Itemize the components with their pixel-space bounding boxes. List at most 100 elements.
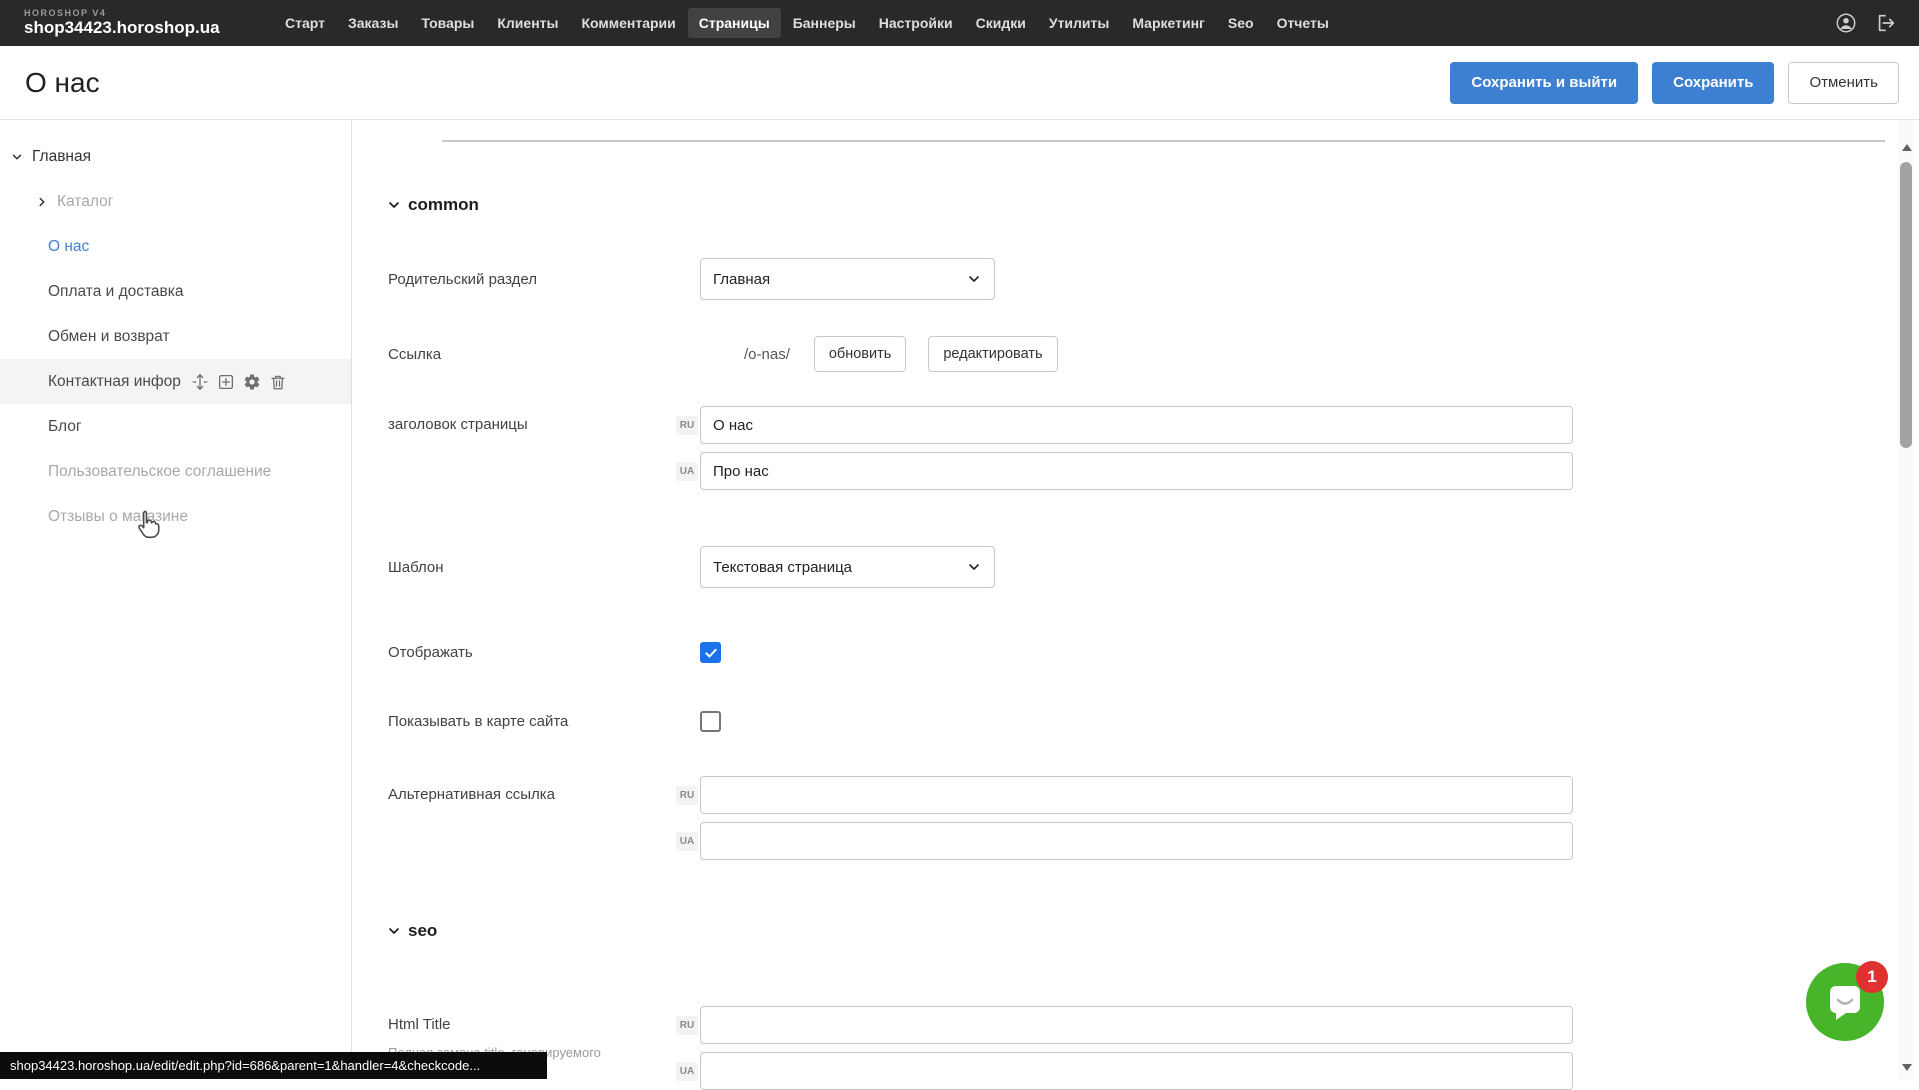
page-title-ru-input[interactable] xyxy=(700,406,1573,444)
sidebar-item-label: Обмен и возврат xyxy=(48,328,170,346)
field-label: Отображать xyxy=(388,644,676,661)
nav-item-banners[interactable]: Баннеры xyxy=(782,8,867,38)
refresh-link-button[interactable]: обновить xyxy=(814,336,906,372)
link-path: /o-nas/ xyxy=(744,346,790,363)
field-label: Html Title xyxy=(388,1006,676,1044)
scrollbar-thumb[interactable] xyxy=(1900,162,1912,448)
template-select[interactable]: Текстовая страница xyxy=(700,546,995,588)
lang-tag-ru: RU xyxy=(676,1016,698,1035)
nav-item-clients[interactable]: Клиенты xyxy=(486,8,569,38)
sidebar-item-label: Оплата и доставка xyxy=(48,283,184,301)
nav-item-settings[interactable]: Настройки xyxy=(868,8,964,38)
nav-item-seo[interactable]: Seo xyxy=(1217,8,1265,38)
save-button[interactable]: Сохранить xyxy=(1652,62,1774,104)
header-actions: Сохранить и выйти Сохранить Отменить xyxy=(1450,62,1919,104)
top-navigation-bar: HOROSHOP V4 shop34423.horoshop.ua Старт … xyxy=(0,0,1919,46)
field-label: Показывать в карте сайта xyxy=(388,713,676,730)
lang-tag-ua: UA xyxy=(676,832,698,851)
chevron-down-icon xyxy=(386,197,402,213)
link-row: Ссылка /o-nas/ обновить редактировать xyxy=(388,336,1919,372)
sidebar-item-obmen-i-vozvrat[interactable]: Обмен и возврат xyxy=(0,314,351,359)
section-common[interactable]: common xyxy=(388,194,1919,216)
sidebar-item-polzovatelskoe-soglashenie[interactable]: Пользовательское соглашение xyxy=(0,449,351,494)
cancel-button[interactable]: Отменить xyxy=(1788,62,1899,104)
scroll-down-arrow[interactable] xyxy=(1902,1064,1912,1071)
chevron-down-icon xyxy=(966,559,982,575)
chat-widget-button[interactable]: 1 xyxy=(1806,963,1884,1041)
template-row: Шаблон Текстовая страница xyxy=(388,546,1919,588)
page-title: О нас xyxy=(25,67,100,99)
nav-item-reports[interactable]: Отчеты xyxy=(1266,8,1340,38)
chevron-right-icon xyxy=(35,195,49,209)
logout-icon[interactable] xyxy=(1875,12,1897,34)
nav-item-marketing[interactable]: Маркетинг xyxy=(1121,8,1216,38)
gear-icon[interactable] xyxy=(243,373,261,391)
nav-item-pages[interactable]: Страницы xyxy=(688,8,781,38)
lang-tag-ua: UA xyxy=(676,1062,698,1081)
section-title-text: seo xyxy=(408,921,437,941)
field-label: Родительский раздел xyxy=(388,271,676,288)
pages-tree-sidebar: Главная Каталог О нас Оплата и доставка … xyxy=(0,120,352,1079)
sidebar-item-otzyvy-o-magazine[interactable]: Отзывы о магазине xyxy=(0,494,351,539)
chevron-down-icon xyxy=(386,923,402,939)
check-icon xyxy=(704,646,718,660)
alt-link-ua-input[interactable] xyxy=(700,822,1573,860)
sidebar-item-o-nas[interactable]: О нас xyxy=(0,224,351,269)
chevron-down-icon xyxy=(966,271,982,287)
field-label: заголовок страницы xyxy=(388,406,676,444)
sidebar-item-oplata-i-dostavka[interactable]: Оплата и доставка xyxy=(0,269,351,314)
field-label: Альтернативная ссылка xyxy=(388,776,676,814)
parent-section-select[interactable]: Главная xyxy=(700,258,995,300)
select-value: Текстовая страница xyxy=(713,559,852,576)
display-row: Отображать xyxy=(388,642,1919,663)
page-title-ua-input[interactable] xyxy=(700,452,1573,490)
top-menu: Старт Заказы Товары Клиенты Комментарии … xyxy=(274,8,1340,38)
chat-unread-badge: 1 xyxy=(1856,961,1888,993)
alt-link-ru-input[interactable] xyxy=(700,776,1573,814)
topbar-right-actions xyxy=(1835,12,1919,34)
status-url: shop34423.horoshop.ua/edit/edit.php?id=6… xyxy=(10,1058,480,1073)
trash-icon[interactable] xyxy=(269,373,287,391)
nav-item-comments[interactable]: Комментарии xyxy=(570,8,686,38)
sidebar-item-label: Каталог xyxy=(57,193,113,211)
scroll-up-arrow[interactable] xyxy=(1902,144,1912,151)
sitemap-row: Показывать в карте сайта xyxy=(388,711,1919,732)
chevron-down-icon xyxy=(10,150,24,164)
select-value: Главная xyxy=(713,271,770,288)
user-icon[interactable] xyxy=(1835,12,1857,34)
edit-link-button[interactable]: редактировать xyxy=(928,336,1057,372)
html-title-ua-input[interactable] xyxy=(700,1052,1573,1090)
nav-item-products[interactable]: Товары xyxy=(410,8,485,38)
nav-item-orders[interactable]: Заказы xyxy=(337,8,409,38)
field-label: Ссылка xyxy=(388,346,676,363)
html-title-row: Html Title Полная замена title, генериру… xyxy=(388,1006,1919,1090)
lang-tag-ua: UA xyxy=(676,462,698,481)
nav-item-start[interactable]: Старт xyxy=(274,8,336,38)
section-seo[interactable]: seo xyxy=(388,920,1919,942)
sidebar-item-label: О нас xyxy=(48,238,89,256)
page-edit-form: common Родительский раздел Главная Ссылк… xyxy=(352,120,1919,1079)
display-checkbox[interactable] xyxy=(700,642,721,663)
lang-tag-ru: RU xyxy=(676,416,698,435)
sidebar-item-label: Пользовательское соглашение xyxy=(48,463,271,481)
sidebar-item-label: Контактная инфор xyxy=(48,373,181,391)
sidebar-item-katalog[interactable]: Каталог xyxy=(0,179,351,224)
vertical-scrollbar[interactable] xyxy=(1898,120,1914,1079)
content-top-divider xyxy=(442,140,1885,142)
page-title-row: заголовок страницы RU UA xyxy=(388,406,1919,490)
sidebar-item-label: Блог xyxy=(48,418,82,436)
sidebar-item-kontaktnaya-informatsiya[interactable]: Контактная инфор xyxy=(0,359,351,404)
save-and-exit-button[interactable]: Сохранить и выйти xyxy=(1450,62,1638,104)
add-icon[interactable] xyxy=(217,373,235,391)
sidebar-item-glavnaya[interactable]: Главная xyxy=(0,134,351,179)
sitemap-checkbox[interactable] xyxy=(700,711,721,732)
nav-item-discounts[interactable]: Скидки xyxy=(965,8,1037,38)
lang-tag-ru: RU xyxy=(676,786,698,805)
drag-icon[interactable] xyxy=(191,373,209,391)
section-title-text: common xyxy=(408,195,479,215)
nav-item-utilities[interactable]: Утилиты xyxy=(1038,8,1120,38)
html-title-ru-input[interactable] xyxy=(700,1006,1573,1044)
alt-link-row: Альтернативная ссылка RU UA xyxy=(388,776,1919,860)
sidebar-item-blog[interactable]: Блог xyxy=(0,404,351,449)
field-label: Шаблон xyxy=(388,559,676,576)
